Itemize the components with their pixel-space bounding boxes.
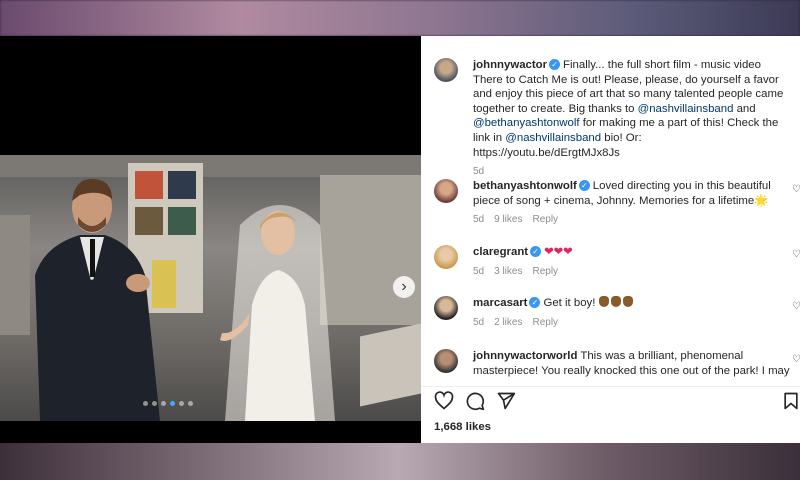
comment-username[interactable]: johnnywactorworld [473,350,577,362]
reply-button[interactable]: Reply [532,317,558,328]
verified-icon: ✓ [530,246,542,257]
carousel-dots [143,401,193,406]
comment-item: marcasart ✓ Get it boy! 5d 2 likes Reply [473,296,791,330]
woman-figure [220,205,335,421]
post-photo [0,155,421,421]
comment-meta: 5d 3 likes Reply [473,265,791,280]
avatar[interactable] [434,245,458,269]
author-username[interactable]: johnnywactor [473,59,547,71]
record-cover [168,171,196,199]
carousel-dot [161,401,166,406]
heart-icon[interactable] [434,391,454,411]
reply-button[interactable]: Reply [532,214,558,225]
carousel-dot [188,401,193,406]
comment-username[interactable]: claregrant [473,246,528,258]
mention-link[interactable]: @nashvillainsband [638,103,734,115]
carousel-dot [152,401,157,406]
avatar[interactable] [434,349,458,373]
mention-link[interactable]: @bethanyashtonwolf [473,117,580,129]
post-panel: johnnywactor ✓ Finally... the full short f… [421,36,800,443]
comment-likes[interactable]: 2 likes [494,317,522,328]
comment-meta: 5d 9 likes Reply [473,213,791,228]
likes-count[interactable]: 1,668 likes [434,421,491,433]
mention-link[interactable]: @nashvillainsband [505,132,601,144]
record-bin [360,323,421,407]
comment-text: Get it boy! [543,297,596,309]
heart-icon[interactable]: ♡ [792,184,800,195]
heart-icon[interactable]: ♡ [792,301,800,312]
comment-icon[interactable] [465,391,485,411]
verified-icon: ✓ [578,180,590,191]
comment-likes[interactable]: 9 likes [494,214,522,225]
comment-username[interactable]: marcasart [473,297,527,309]
carousel-dot [179,401,184,406]
star-emoji: 🌟 [754,194,769,207]
background-bottom [0,443,800,480]
comment-time[interactable]: 5d [473,214,484,225]
caption-meta: 5d [473,165,791,180]
carousel-dot-active [170,401,175,406]
carousel-dot [143,401,148,406]
comment-meta: 5d 2 likes Reply [473,316,791,331]
post-media[interactable]: › [0,36,421,443]
post-time[interactable]: 5d [473,166,484,177]
caption-text: and [733,102,756,115]
heart-icon[interactable]: ♡ [792,354,800,365]
comment-item: claregrant ✓ ❤❤❤ 5d 3 likes Reply [473,245,791,279]
comment-likes[interactable]: 3 likes [494,266,522,277]
comment-time[interactable]: 5d [473,317,484,328]
bookmark-icon[interactable] [781,391,800,411]
share-icon[interactable] [496,391,516,411]
reply-button[interactable]: Reply [532,266,558,277]
hearts-emoji: ❤❤❤ [544,246,573,258]
clap-emoji [598,296,635,309]
background-top [0,0,800,36]
comment-item: bethanyashtonwolf ✓ Loved directing you in… [473,179,791,228]
avatar[interactable] [434,296,458,320]
comment-time[interactable]: 5d [473,266,484,277]
comment-username[interactable]: bethanyashtonwolf [473,180,577,192]
verified-icon: ✓ [529,297,541,308]
man-figure [35,178,160,421]
avatar[interactable] [434,179,458,203]
verified-icon: ✓ [549,59,561,70]
chevron-right-icon[interactable]: › [393,276,415,298]
comment-item: johnnywactorworld This was a brilliant, … [473,349,791,378]
avatar[interactable] [434,58,458,82]
heart-icon[interactable]: ♡ [792,249,800,260]
caption: johnnywactor ✓ Finally... the full short f… [473,58,791,180]
record-cover [168,207,196,235]
